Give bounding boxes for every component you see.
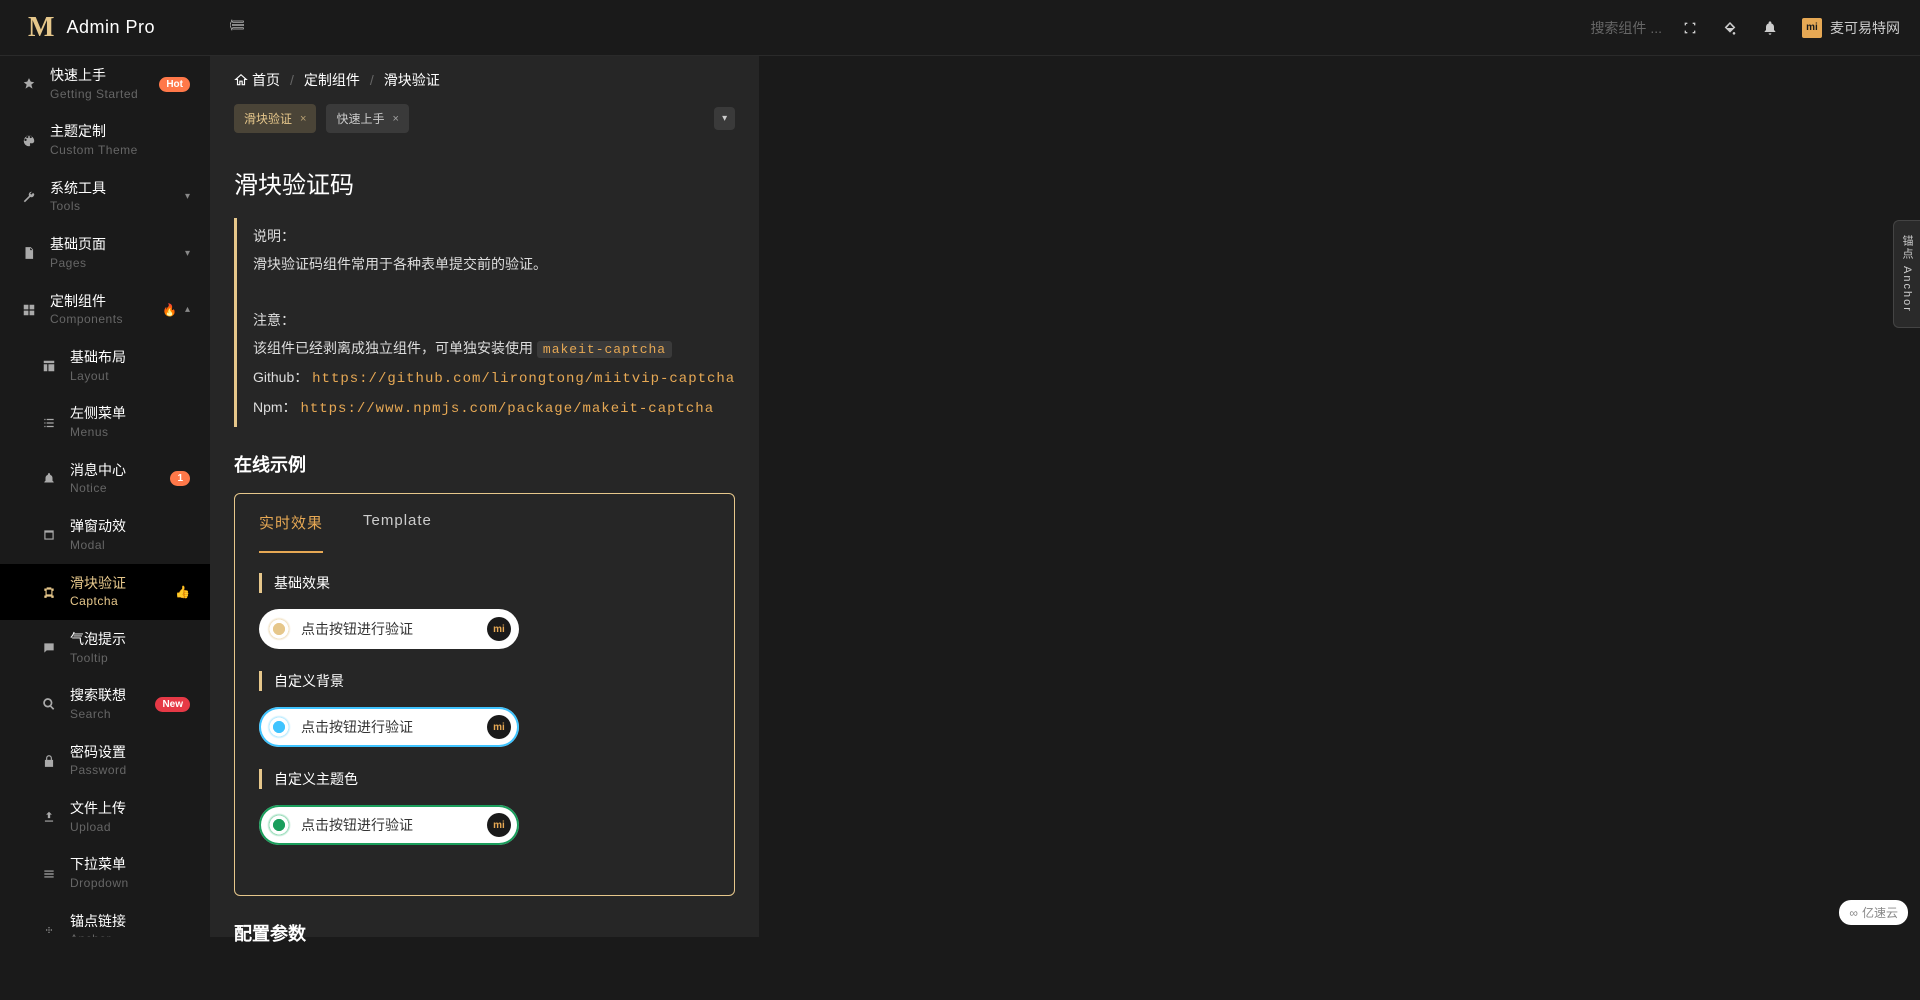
- sidebar-item-theme[interactable]: 主题定制 Custom Theme: [0, 112, 210, 168]
- chevron-up-icon: ▴: [185, 304, 190, 315]
- sidebar: 快速上手 Getting Started Hot 主题定制 Custom The…: [0, 56, 210, 937]
- section-demo-title: 在线示例: [234, 451, 735, 477]
- grid-icon: [20, 303, 38, 317]
- upload-icon: [40, 810, 58, 824]
- bell-icon: [40, 472, 58, 486]
- sidebar-item-pages[interactable]: 基础页面 Pages ▾: [0, 225, 210, 281]
- comment-icon: [40, 641, 58, 655]
- captcha-indicator-icon: [267, 813, 291, 837]
- rocket-icon: [20, 77, 38, 91]
- demo-label-theme: 自定义主题色: [259, 769, 710, 789]
- section-config-title: 配置参数: [234, 920, 735, 946]
- captcha-logo-icon: mi: [487, 813, 511, 837]
- sidebar-item-start[interactable]: 快速上手 Getting Started Hot: [0, 56, 210, 112]
- home-icon: [234, 73, 248, 87]
- demo-tab-template[interactable]: Template: [363, 494, 432, 553]
- demo-label-basic: 基础效果: [259, 573, 710, 593]
- sidebar-item-tooltip[interactable]: 气泡提示Tooltip: [0, 620, 210, 676]
- user-profile[interactable]: mi 麦可易特网: [1802, 18, 1900, 38]
- sidebar-item-search[interactable]: 搜索联想Search New: [0, 676, 210, 732]
- main-content: 首页 / 定制组件 / 滑块验证 滑块验证 × 快速上手 × ▾ 滑块验证码 说…: [210, 56, 759, 937]
- description-box: 说明： 滑块验证码组件常用于各种表单提交前的验证。 注意： 该组件已经剥离成独立…: [234, 218, 735, 427]
- menu-icon: [40, 867, 58, 881]
- breadcrumb-home[interactable]: 首页: [234, 70, 280, 90]
- chevron-down-icon: ▾: [185, 191, 190, 202]
- search-input[interactable]: 搜索组件 ...: [1590, 18, 1662, 38]
- captcha-indicator-icon: [267, 617, 291, 641]
- watermark: ∞ 亿速云: [1839, 900, 1908, 925]
- user-name: 麦可易特网: [1830, 18, 1900, 38]
- captcha-indicator-icon: [267, 715, 291, 739]
- sidebar-item-layout[interactable]: 基础布局Layout: [0, 338, 210, 394]
- captcha-basic[interactable]: 点击按钮进行验证 mi: [259, 609, 519, 649]
- menu-collapse-icon[interactable]: [230, 17, 246, 38]
- search-icon: [40, 697, 58, 711]
- sidebar-item-tools[interactable]: 系统工具 Tools ▾: [0, 169, 210, 225]
- anchor-icon: [40, 923, 58, 937]
- breadcrumb-item[interactable]: 定制组件: [304, 70, 360, 90]
- layout-icon: [40, 359, 58, 373]
- demo-tab-live[interactable]: 实时效果: [259, 494, 323, 553]
- sidebar-item-upload[interactable]: 文件上传Upload: [0, 789, 210, 845]
- breadcrumb-current: 滑块验证: [384, 70, 440, 90]
- bell-icon[interactable]: [1762, 20, 1778, 36]
- page-title: 滑块验证码: [234, 165, 735, 200]
- logo-text: Admin Pro: [66, 17, 155, 38]
- close-icon[interactable]: ×: [300, 113, 306, 125]
- captcha-custom-theme[interactable]: 点击按钮进行验证 mi: [259, 805, 519, 845]
- tab-start[interactable]: 快速上手 ×: [326, 104, 408, 133]
- window-icon: [40, 528, 58, 542]
- tab-captcha[interactable]: 滑块验证 ×: [234, 104, 316, 133]
- fullscreen-icon[interactable]: [1682, 20, 1698, 36]
- thumb-up-icon: 👍: [175, 585, 190, 599]
- sidebar-item-dropdown[interactable]: 下拉菜单Dropdown: [0, 845, 210, 901]
- sidebar-item-captcha[interactable]: 滑块验证Captcha 👍: [0, 564, 210, 620]
- breadcrumb: 首页 / 定制组件 / 滑块验证: [210, 56, 759, 104]
- logo-icon: M: [28, 12, 54, 44]
- theme-icon[interactable]: [1722, 20, 1738, 36]
- palette-icon: [20, 134, 38, 148]
- captcha-logo-icon: mi: [487, 617, 511, 641]
- fire-icon: 🔥: [162, 303, 177, 317]
- tabs-dropdown[interactable]: ▾: [714, 107, 735, 130]
- demo-label-bg: 自定义背景: [259, 671, 710, 691]
- avatar: mi: [1802, 18, 1822, 38]
- sidebar-item-password[interactable]: 密码设置Password: [0, 733, 210, 789]
- github-link[interactable]: https://github.com/lirongtong/miitvip-ca…: [312, 371, 735, 387]
- open-tabs: 滑块验证 × 快速上手 × ▾: [210, 104, 759, 145]
- cloud-icon: ∞: [1849, 906, 1858, 920]
- code-tag: makeit-captcha: [537, 341, 672, 358]
- close-icon[interactable]: ×: [392, 113, 398, 125]
- logo[interactable]: M Admin Pro: [0, 12, 210, 44]
- anchor-sidebar[interactable]: 锚点 Anchor: [1893, 220, 1920, 328]
- top-header: M Admin Pro 搜索组件 ... mi 麦: [0, 0, 1920, 56]
- shield-icon: [40, 585, 58, 599]
- sidebar-item-notice[interactable]: 消息中心Notice 1: [0, 451, 210, 507]
- npm-link[interactable]: https://www.npmjs.com/package/makeit-cap…: [300, 401, 714, 417]
- captcha-logo-icon: mi: [487, 715, 511, 739]
- sidebar-item-anchor[interactable]: 锚点链接Anchor: [0, 902, 210, 937]
- list-icon: [40, 416, 58, 430]
- file-icon: [20, 246, 38, 260]
- sidebar-item-menus[interactable]: 左侧菜单Menus: [0, 394, 210, 450]
- chevron-down-icon: ▾: [185, 248, 190, 259]
- captcha-custom-bg[interactable]: 点击按钮进行验证 mi: [259, 707, 519, 747]
- lock-icon: [40, 754, 58, 768]
- sidebar-item-modal[interactable]: 弹窗动效Modal: [0, 507, 210, 563]
- sidebar-item-components[interactable]: 定制组件 Components 🔥 ▴: [0, 282, 210, 338]
- demo-tabs: 实时效果 Template: [235, 494, 734, 553]
- demo-panel: 实时效果 Template 基础效果 点击按钮进行验证 mi 自定义背景 点击按…: [234, 493, 735, 896]
- wrench-icon: [20, 190, 38, 204]
